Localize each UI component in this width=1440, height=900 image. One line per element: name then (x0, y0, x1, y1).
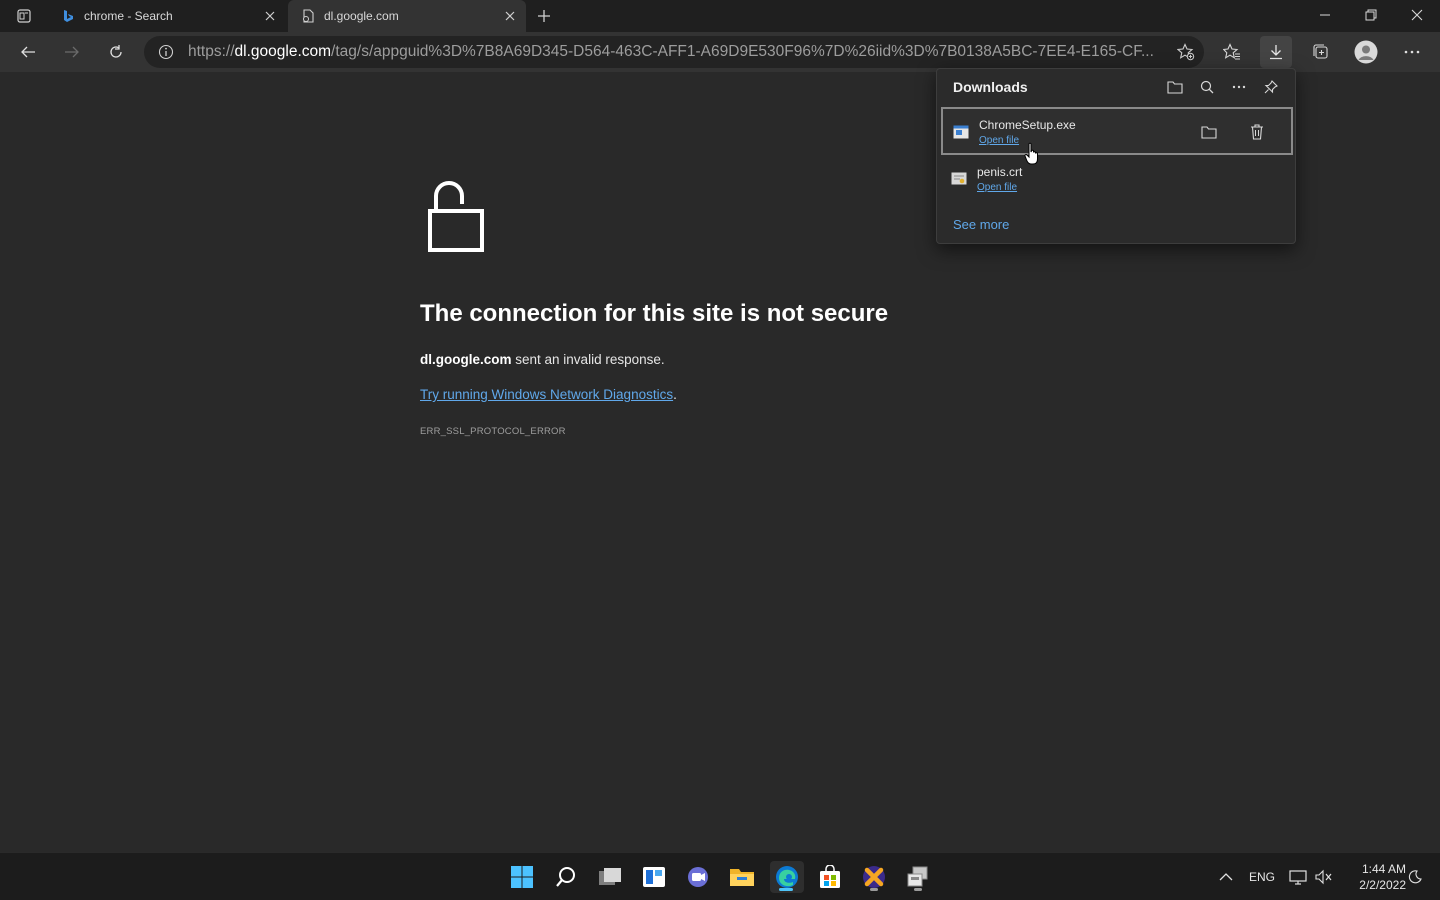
add-favorite-icon[interactable] (1176, 42, 1196, 62)
open-folder-icon[interactable] (1163, 77, 1187, 97)
exe-file-icon (953, 125, 969, 139)
search-icon[interactable] (1195, 77, 1219, 97)
tab-strip: chrome - Search dl.google.com (0, 0, 1440, 32)
error-description-text: sent an invalid response. (511, 352, 665, 367)
taskbar: ENG 1:44 AM 2/2/2022 (0, 852, 1440, 900)
task-view-icon[interactable] (594, 861, 626, 893)
address-bar[interactable]: https://dl.google.com/tag/s/appguid%3D%7… (144, 36, 1204, 68)
volume-muted-icon[interactable] (1312, 861, 1336, 893)
collections-icon[interactable] (1304, 36, 1336, 68)
start-icon[interactable] (506, 861, 538, 893)
error-code: ERR_SSL_PROTOCOL_ERROR (420, 426, 566, 437)
close-tab-icon[interactable] (258, 4, 282, 28)
open-file-link[interactable]: Open file (979, 135, 1019, 146)
error-description: dl.google.com sent an invalid response. (420, 352, 1020, 367)
diagnostics-line: Try running Windows Network Diagnostics. (420, 387, 1020, 402)
widgets-icon[interactable] (638, 861, 670, 893)
downloads-icon[interactable] (1260, 36, 1292, 68)
focus-assist-moon-icon[interactable] (1404, 861, 1426, 893)
tab-dl-google[interactable]: dl.google.com (288, 0, 526, 32)
restore-icon[interactable] (1348, 0, 1394, 30)
see-more-link[interactable]: See more (953, 217, 1009, 232)
new-tab-icon[interactable] (532, 4, 556, 28)
hand-cursor-icon (1024, 142, 1040, 166)
tab-title: dl.google.com (324, 9, 399, 23)
input-language[interactable]: ENG (1249, 870, 1275, 884)
open-file-link[interactable]: Open file (977, 182, 1017, 193)
active-app-indicator (779, 888, 793, 891)
broken-page-icon (300, 8, 316, 24)
link-suffix: . (673, 387, 677, 402)
more-options-icon[interactable] (1227, 77, 1251, 97)
chevron-up-icon[interactable] (1212, 861, 1240, 893)
refresh-icon[interactable] (100, 36, 132, 68)
network-icon[interactable] (1286, 861, 1310, 893)
delete-icon[interactable] (1245, 121, 1269, 143)
profile-avatar[interactable] (1350, 36, 1382, 68)
setup-installer-icon[interactable] (902, 861, 934, 893)
favorites-icon[interactable] (1216, 36, 1248, 68)
toolbar: https://dl.google.com/tag/s/appguid%3D%7… (0, 32, 1440, 72)
tab-title: chrome - Search (84, 9, 173, 23)
open-app-indicator (870, 888, 878, 891)
download-filename: ChromeSetup.exe (979, 118, 1076, 132)
clock-time: 1:44 AM (1361, 862, 1406, 876)
minimize-icon[interactable] (1302, 0, 1348, 30)
error-host: dl.google.com (420, 352, 512, 367)
pin-icon[interactable] (1259, 77, 1283, 97)
clock-date: 2/2/2022 (1359, 878, 1406, 892)
error-page: The connection for this site is not secu… (420, 178, 1020, 437)
url-text[interactable]: https://dl.google.com/tag/s/appguid%3D%7… (188, 43, 1156, 61)
url-host: dl.google.com (234, 43, 332, 60)
show-in-folder-icon[interactable] (1197, 121, 1221, 143)
bing-icon (60, 8, 76, 24)
edge-icon[interactable] (770, 861, 804, 893)
download-item[interactable]: ChromeSetup.exe Open file (941, 107, 1293, 155)
close-window-icon[interactable] (1394, 0, 1440, 30)
system-clock[interactable]: 1:44 AM 2/2/2022 (1336, 861, 1406, 893)
open-app-indicator (914, 888, 922, 891)
unlocked-padlock-icon (420, 178, 484, 254)
download-item[interactable]: penis.crt Open file (941, 156, 1293, 204)
search-icon[interactable] (550, 861, 582, 893)
url-prefix: https:// (188, 43, 235, 60)
certificate-file-icon (951, 172, 967, 186)
more-menu-icon[interactable] (1396, 36, 1428, 68)
error-title: The connection for this site is not secu… (420, 300, 889, 327)
forward-icon[interactable] (56, 36, 88, 68)
back-icon[interactable] (12, 36, 44, 68)
tab-actions-icon[interactable] (8, 4, 40, 28)
tab-chrome-search[interactable]: chrome - Search (48, 0, 286, 32)
teams-chat-icon[interactable] (682, 861, 714, 893)
downloads-heading: Downloads (953, 79, 1028, 95)
site-info-icon[interactable] (158, 44, 174, 60)
downloads-flyout: Downloads ChromeSetup.exe Open file peni… (936, 68, 1296, 244)
store-icon[interactable] (814, 861, 846, 893)
url-path: /tag/s/appguid%3D%7B8A69D345-D564-463C-A… (331, 43, 1154, 60)
download-filename: penis.crt (977, 165, 1023, 179)
xampp-icon[interactable] (858, 861, 890, 893)
network-diagnostics-link[interactable]: Try running Windows Network Diagnostics (420, 387, 673, 402)
close-tab-icon[interactable] (498, 4, 522, 28)
file-explorer-icon[interactable] (726, 861, 758, 893)
